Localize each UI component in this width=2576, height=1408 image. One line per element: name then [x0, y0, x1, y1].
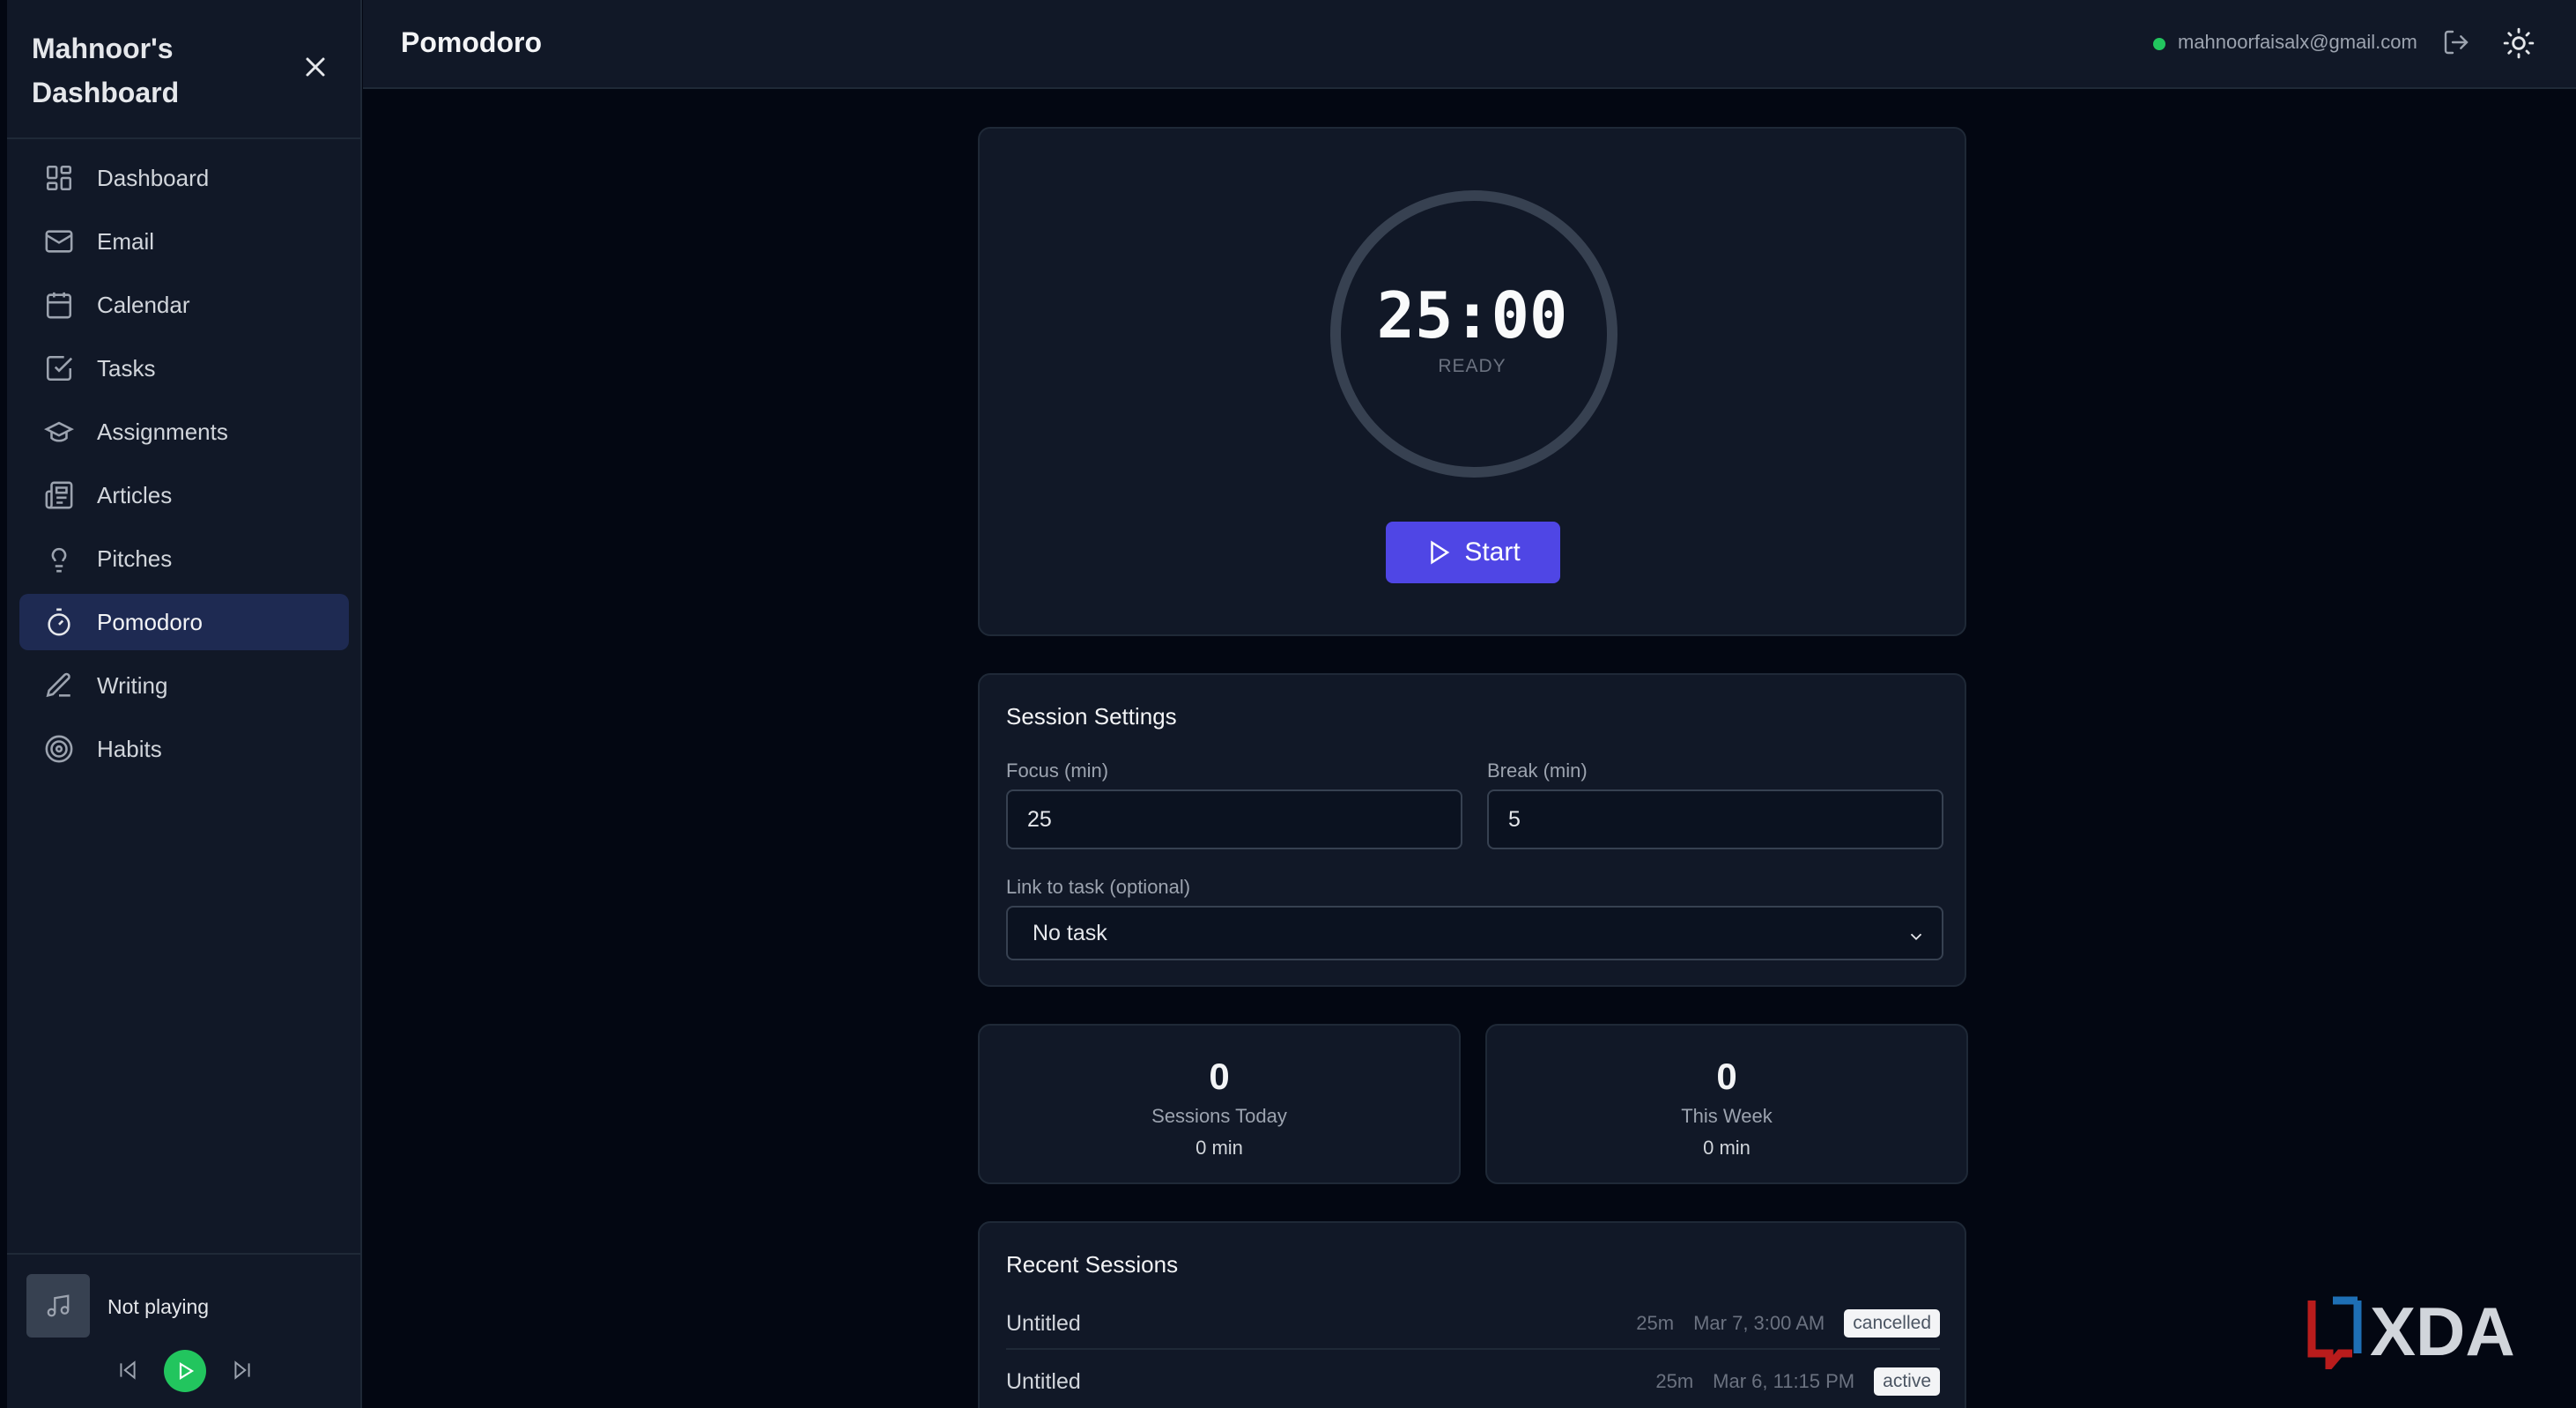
sidebar-item-pomodoro[interactable]: Pomodoro	[19, 594, 349, 650]
skip-back-icon[interactable]	[116, 1359, 139, 1382]
xda-logo: XDA	[2307, 1295, 2515, 1369]
timer-display: 25:00	[1376, 278, 1568, 352]
session-duration: 25m	[1636, 1312, 1675, 1334]
session-date: Mar 6, 11:15 PM	[1713, 1370, 1855, 1392]
stat-minutes: 0 min	[1195, 1137, 1243, 1159]
stat-card-today: 0 Sessions Today 0 min	[978, 1024, 1461, 1184]
stat-label: This Week	[1681, 1105, 1773, 1127]
focus-value: 25	[1027, 806, 1052, 832]
music-note-icon	[47, 1294, 70, 1317]
sidebar-item-label: Writing	[97, 671, 168, 699]
start-button[interactable]: Start	[1386, 522, 1560, 583]
break-value: 5	[1508, 806, 1521, 832]
stat-label: Sessions Today	[1151, 1105, 1287, 1127]
row-divider	[1006, 1348, 1940, 1350]
calendar-icon	[46, 292, 72, 319]
online-status-dot	[2153, 38, 2165, 50]
sidebar-item-label: Assignments	[97, 418, 228, 445]
user-email: mahnoorfaisalx@gmail.com	[2178, 31, 2417, 53]
xda-logo-text: XDA	[2370, 1295, 2515, 1369]
start-button-label: Start	[1464, 537, 1521, 567]
task-link-label: Link to task (optional)	[1006, 876, 1191, 898]
break-input[interactable]: 5	[1487, 789, 1943, 849]
skip-forward-icon[interactable]	[231, 1359, 254, 1382]
focus-input[interactable]: 25	[1006, 789, 1462, 849]
task-select-value: No task	[1033, 920, 1107, 945]
timer-card: 25:00 READY Start	[978, 127, 1966, 636]
sidebar-item-label: Calendar	[97, 291, 190, 318]
player-status: Not playing	[107, 1295, 210, 1318]
timer-icon	[48, 608, 70, 636]
music-player: Not playing	[7, 1253, 360, 1408]
sidebar-item-calendar[interactable]: Calendar	[19, 277, 349, 333]
graduation-cap-icon	[44, 421, 74, 442]
logout-icon[interactable]	[2442, 28, 2470, 56]
target-icon	[45, 735, 73, 763]
session-name: Untitled	[1006, 1310, 1081, 1336]
stat-minutes: 0 min	[1703, 1137, 1751, 1159]
checkbox-icon	[46, 355, 73, 382]
play-button[interactable]	[164, 1350, 206, 1392]
task-select[interactable]: No task	[1006, 906, 1943, 960]
play-icon	[179, 1362, 195, 1380]
recent-sessions-card: Recent Sessions Untitled 25m Mar 7, 3:00…	[978, 1221, 1966, 1408]
focus-label: Focus (min)	[1006, 760, 1109, 782]
break-label: Break (min)	[1487, 760, 1588, 782]
session-name: Untitled	[1006, 1368, 1081, 1394]
session-row[interactable]: Untitled 25m Mar 6, 11:15 PM active	[1006, 1359, 1940, 1404]
status-badge: active	[1874, 1367, 1940, 1396]
stat-value: 0	[1209, 1056, 1230, 1097]
sidebar-item-assignments[interactable]: Assignments	[19, 404, 349, 460]
sidebar-item-label: Email	[97, 227, 155, 255]
sidebar-item-tasks[interactable]: Tasks	[19, 340, 349, 396]
chevron-down-icon	[1910, 933, 1922, 941]
sidebar-item-label: Habits	[97, 735, 162, 762]
status-badge: cancelled	[1844, 1309, 1940, 1338]
stat-card-week: 0 This Week 0 min	[1485, 1024, 1968, 1184]
session-date: Mar 7, 3:00 AM	[1693, 1312, 1825, 1334]
sidebar-item-label: Articles	[97, 481, 173, 508]
sidebar-title: Mahnoor's Dashboard	[32, 33, 180, 108]
sidebar-item-pitches[interactable]: Pitches	[19, 530, 349, 587]
session-settings-card: Session Settings Focus (min) 25 Break (m…	[978, 673, 1966, 987]
album-art	[26, 1274, 90, 1338]
sidebar-item-label: Tasks	[97, 354, 156, 382]
newspaper-icon	[45, 481, 73, 509]
lightbulb-icon	[51, 547, 67, 573]
session-row[interactable]: Untitled 25m Mar 7, 3:00 AM cancelled	[1006, 1301, 1940, 1346]
sidebar-item-label: Dashboard	[97, 164, 210, 191]
sidebar-item-dashboard[interactable]: Dashboard	[19, 150, 349, 206]
settings-title: Session Settings	[1006, 703, 1177, 730]
sidebar-item-articles[interactable]: Articles	[19, 467, 349, 523]
sidebar-item-habits[interactable]: Habits	[19, 721, 349, 777]
mail-icon	[45, 230, 73, 253]
stat-value: 0	[1716, 1056, 1737, 1097]
close-icon[interactable]	[300, 51, 331, 83]
sidebar-header: Mahnoor's Dashboard	[7, 0, 360, 139]
session-duration: 25m	[1655, 1370, 1694, 1392]
top-header: Pomodoro mahnoorfaisalx@gmail.com	[363, 0, 2576, 89]
sidebar-item-email[interactable]: Email	[19, 213, 349, 270]
play-icon	[1431, 540, 1450, 565]
page-title: Pomodoro	[401, 26, 542, 58]
recent-sessions-title: Recent Sessions	[1006, 1251, 1179, 1278]
sidebar: Mahnoor's Dashboard Dashboard Email Cale…	[7, 0, 362, 1408]
pen-icon	[46, 672, 70, 698]
sidebar-nav: Dashboard Email Calendar Tasks Assignmen…	[19, 150, 349, 784]
timer-state: READY	[1438, 356, 1506, 376]
sidebar-item-writing[interactable]: Writing	[19, 657, 349, 714]
dashboard-icon	[46, 165, 72, 191]
sidebar-item-label: Pomodoro	[97, 608, 203, 635]
sun-icon[interactable]	[2502, 26, 2535, 60]
sidebar-item-label: Pitches	[97, 545, 173, 572]
